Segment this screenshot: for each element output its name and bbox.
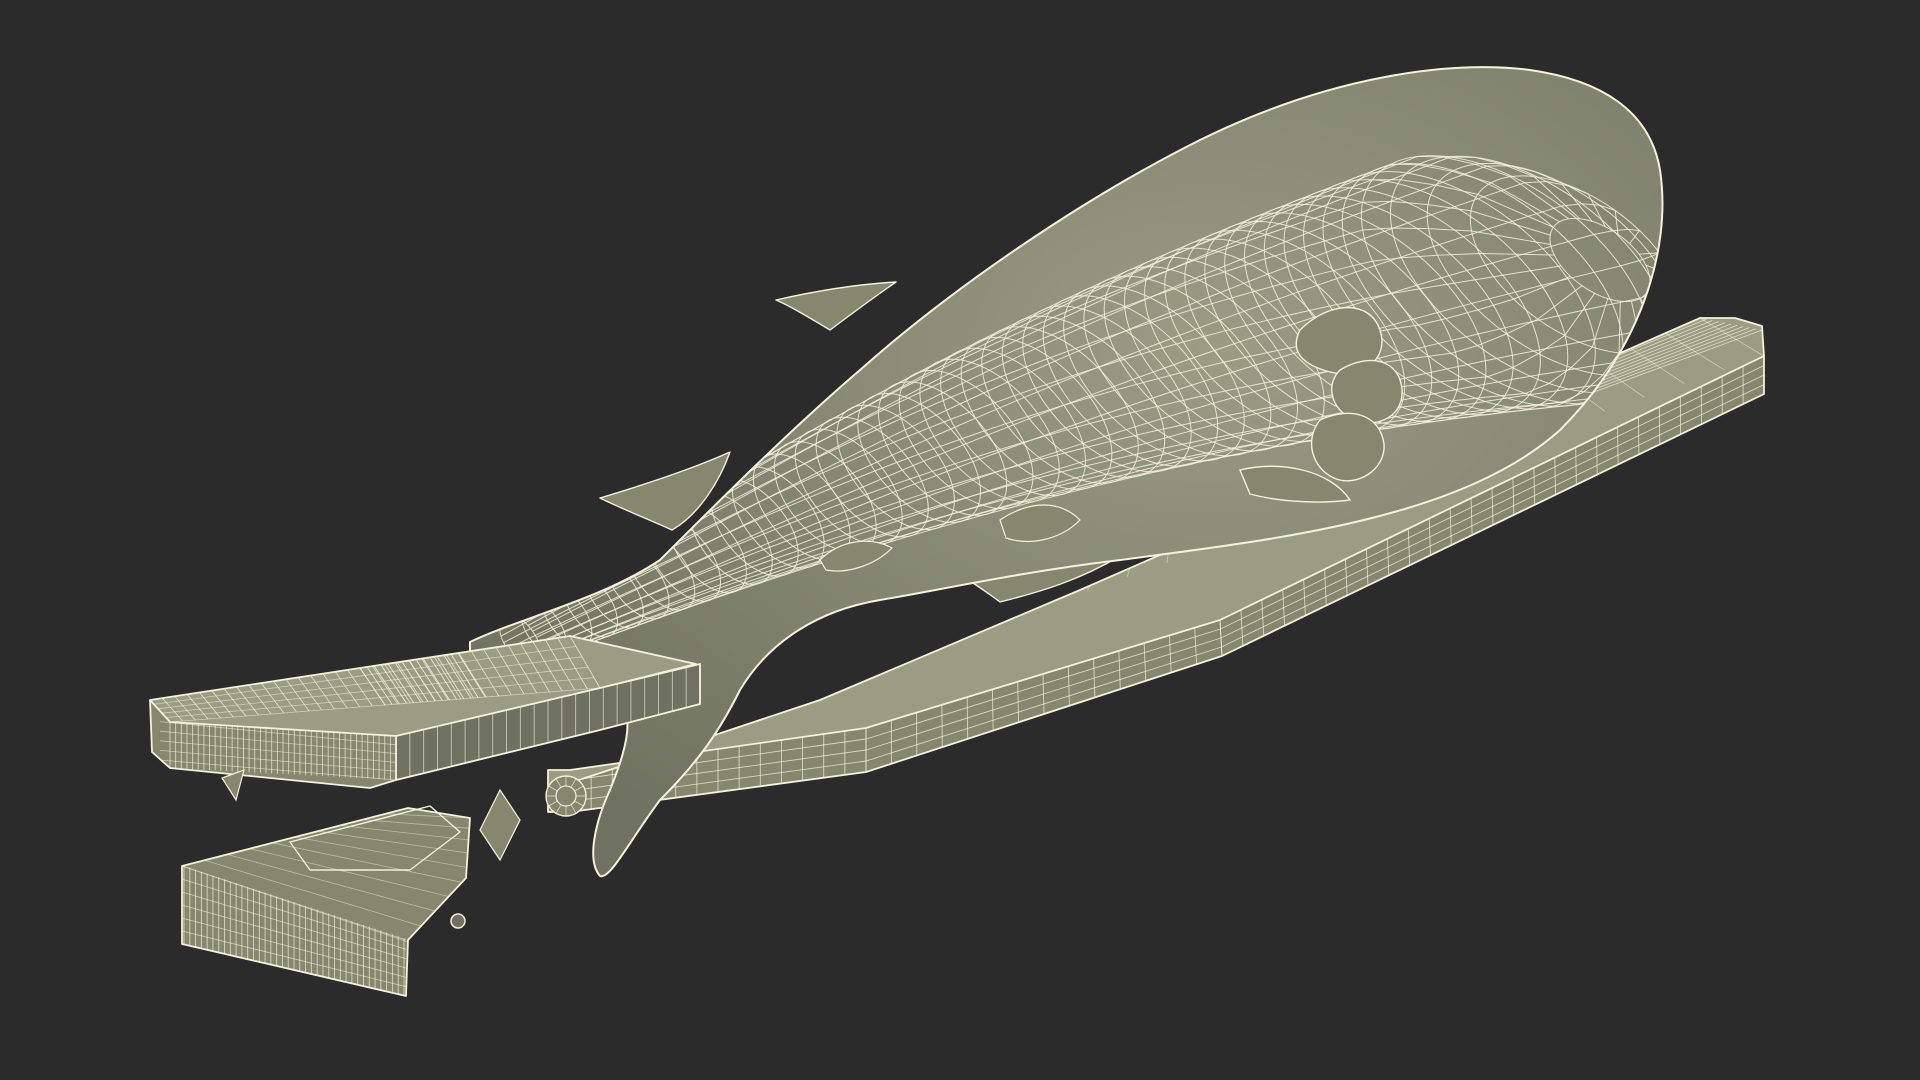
wireframe-render <box>0 0 1920 1080</box>
render-viewport <box>0 0 1920 1080</box>
screw-hole <box>450 913 466 929</box>
